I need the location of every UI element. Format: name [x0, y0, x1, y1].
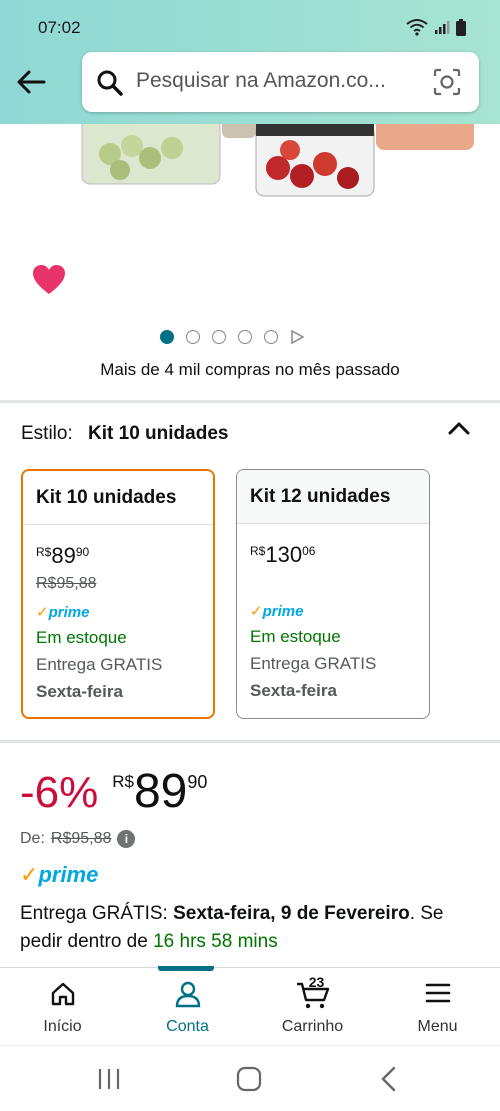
discount-percent: -6%: [20, 768, 99, 817]
divider: [0, 400, 500, 403]
option-delivery: Entrega GRATIS: [250, 654, 377, 673]
carousel-dot[interactable]: [186, 330, 200, 344]
tab-label: Menu: [417, 1018, 458, 1035]
style-selector-header[interactable]: Estilo: Kit 10 unidades: [21, 423, 228, 445]
option-delivery: Entrega GRATIS: [36, 655, 163, 674]
price-currency: R$: [112, 772, 134, 791]
back-arrow-icon[interactable]: [14, 64, 50, 100]
option-delivery-day: Sexta-feira: [36, 682, 123, 701]
tab-cart[interactable]: 23 Carrinho: [250, 968, 375, 1046]
carousel-dots[interactable]: [160, 330, 304, 344]
prime-badge: ✓prime: [250, 603, 304, 620]
product-image: [81, 124, 474, 197]
prime-logo: ✓prime: [20, 862, 99, 887]
tab-menu[interactable]: Menu: [375, 968, 500, 1046]
carousel-dot[interactable]: [160, 330, 174, 344]
style-value: Kit 10 unidades: [88, 423, 229, 444]
option-price: R$13006: [250, 542, 316, 567]
search-bar[interactable]: Pesquisar na Amazon.co...: [82, 52, 479, 112]
from-price: R$95,88: [50, 830, 112, 847]
account-icon: [175, 981, 200, 1008]
price-fraction: 90: [187, 772, 208, 792]
list-price-row: De: R$95,88 i: [20, 830, 136, 848]
system-navigation-bar: [0, 1045, 500, 1111]
info-icon[interactable]: i: [117, 830, 136, 848]
option-list-price: R$95,88: [36, 575, 97, 592]
style-label: Estilo:: [21, 423, 73, 444]
search-icon: [97, 70, 123, 96]
price-integer: 89: [133, 765, 188, 818]
favorite-heart-icon[interactable]: [32, 264, 66, 296]
prime-check-icon: ✓: [250, 603, 263, 620]
active-tab-indicator: [158, 966, 214, 971]
tab-label: Conta: [166, 1018, 209, 1035]
battery-icon: [456, 18, 466, 36]
style-option-kit-12[interactable]: Kit 12 unidades R$13006 ✓prime Em estoqu…: [236, 469, 430, 719]
status-bar: 07:02: [0, 0, 500, 54]
chevron-up-icon[interactable]: [448, 420, 470, 436]
home-nav-icon[interactable]: [236, 1066, 262, 1092]
top-header: 07:02 Pesquisar na Amazon.co...: [0, 0, 500, 124]
status-time: 07:02: [38, 18, 81, 37]
back-nav-icon[interactable]: [378, 1066, 400, 1092]
option-title: Kit 10 unidades: [23, 471, 213, 525]
tab-label: Início: [43, 1018, 82, 1035]
delivery-info: Entrega GRÁTIS: Sexta-feira, 9 de Fevere…: [20, 903, 444, 952]
option-stock: Em estoque: [36, 628, 127, 647]
prime-check-icon: ✓: [20, 862, 39, 887]
video-play-icon[interactable]: [290, 330, 304, 344]
status-icons: [406, 18, 466, 36]
signal-icon: [435, 21, 450, 34]
delivery-date: Sexta-feira, 9 de Fevereiro: [173, 903, 410, 924]
carousel-dot[interactable]: [212, 330, 226, 344]
home-icon: [51, 982, 74, 1006]
tab-label: Carrinho: [281, 1018, 344, 1035]
tab-account[interactable]: Conta: [125, 966, 250, 1046]
from-label: De:: [20, 830, 45, 847]
style-option-kit-10[interactable]: Kit 10 unidades R$8990 R$95,88 ✓prime Em…: [21, 469, 215, 719]
cart-icon: [296, 982, 329, 1009]
delivery-countdown: 16 hrs 58 mins: [153, 931, 278, 952]
option-stock: Em estoque: [250, 627, 341, 646]
recent-apps-icon[interactable]: [96, 1066, 122, 1092]
menu-icon: [425, 983, 450, 1003]
bottom-tab-bar: Início Conta 23 Carrinho Menu: [0, 966, 500, 1046]
prime-badge: ✓prime: [36, 604, 90, 621]
carousel-dot[interactable]: [238, 330, 252, 344]
wifi-icon: [406, 19, 428, 36]
carousel-dot[interactable]: [264, 330, 278, 344]
divider: [0, 740, 500, 743]
option-price: R$8990: [36, 543, 90, 568]
tab-home[interactable]: Início: [0, 968, 125, 1046]
camera-scan-icon[interactable]: [433, 68, 461, 96]
product-image-carousel[interactable]: [0, 124, 500, 400]
monthly-purchases-text: Mais de 4 mil compras no mês passado: [100, 360, 400, 379]
prime-check-icon: ✓: [36, 604, 49, 621]
option-delivery-day: Sexta-feira: [250, 681, 337, 700]
price-block: -6% R$ 89 90: [20, 768, 207, 818]
search-input[interactable]: Pesquisar na Amazon.co...: [136, 69, 416, 93]
option-title: Kit 12 unidades: [237, 470, 429, 524]
